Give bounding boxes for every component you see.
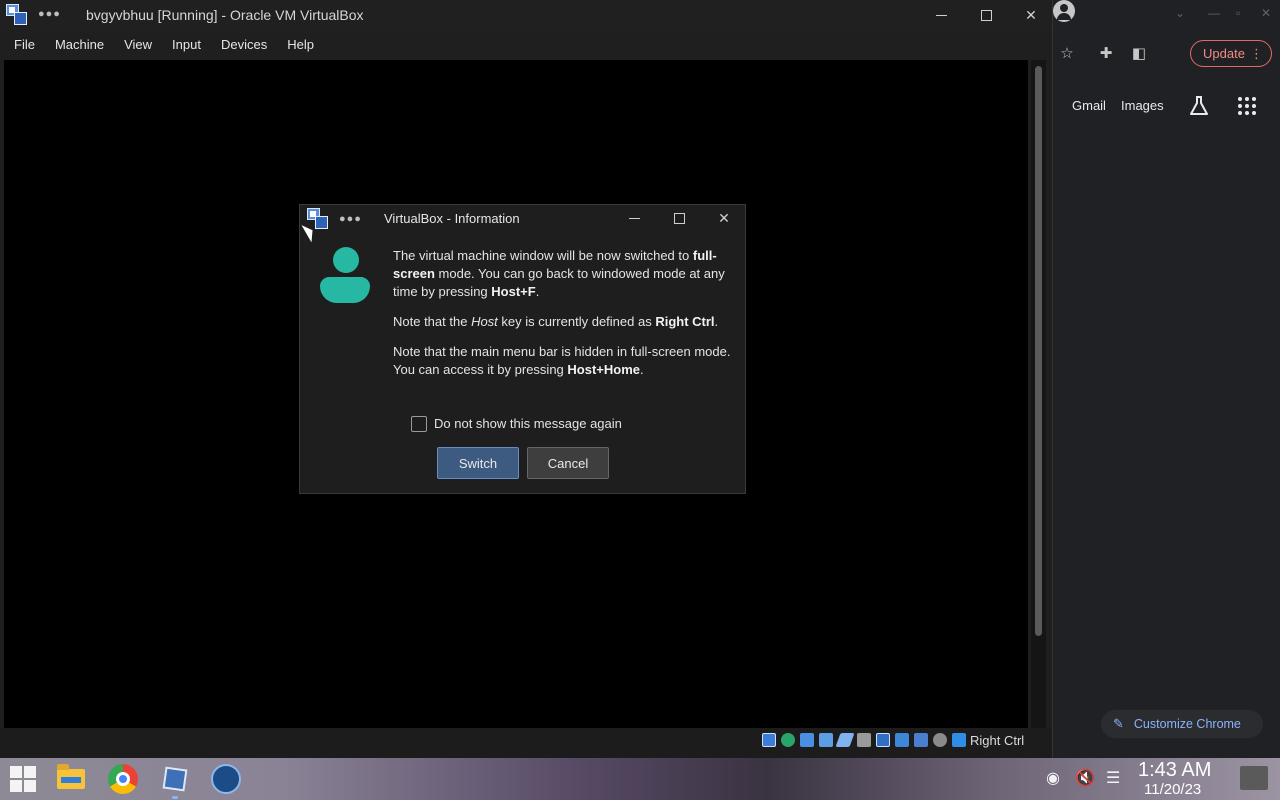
pencil-icon: ✎: [1113, 716, 1124, 731]
audio-icon[interactable]: [800, 733, 814, 747]
title-dots: ●●●: [38, 8, 61, 20]
clock-date[interactable]: 11/20/23: [1144, 781, 1201, 798]
information-dialog: ●●● VirtualBox - Information ✕ The virtu…: [299, 204, 746, 494]
menu-input[interactable]: Input: [164, 37, 209, 52]
sound-muted-icon[interactable]: 🔇: [1075, 768, 1095, 788]
optical-drive-icon[interactable]: [781, 733, 795, 747]
message-paragraph-1: The virtual machine window will be now s…: [393, 248, 725, 299]
cancel-button[interactable]: Cancel: [527, 447, 609, 479]
images-link[interactable]: Images: [1121, 98, 1164, 113]
close-button[interactable]: ✕: [1008, 0, 1054, 30]
start-icon[interactable]: [6, 762, 40, 796]
message-paragraph-3: Note that the main menu bar is hidden in…: [393, 344, 731, 377]
notifications-icon[interactable]: ☰: [1106, 768, 1120, 788]
menu-help[interactable]: Help: [279, 37, 322, 52]
minimize-icon: [935, 14, 947, 16]
do-not-show-label[interactable]: Do not show this message again: [434, 416, 622, 431]
chrome-icon[interactable]: [106, 762, 140, 796]
do-not-show-checkbox[interactable]: [411, 416, 427, 432]
display-icon[interactable]: [876, 733, 890, 747]
maximize-icon: [980, 9, 992, 21]
update-button[interactable]: Update ⋮: [1190, 40, 1272, 67]
close-icon: ✕: [718, 209, 730, 226]
active-app-indicator: [172, 796, 178, 799]
tab-search-icon[interactable]: ⌄: [1175, 6, 1185, 20]
shared-folders-icon[interactable]: [857, 733, 871, 747]
side-panel-icon[interactable]: ◧: [1130, 44, 1148, 62]
google-apps-icon[interactable]: [1238, 97, 1256, 115]
chrome-maximize-icon[interactable]: ▫: [1236, 6, 1240, 20]
virtualbox-icon[interactable]: [158, 762, 192, 796]
menu-machine[interactable]: Machine: [47, 37, 112, 52]
steam-tray-icon[interactable]: ◉: [1046, 768, 1060, 788]
chrome-window: ⌄ — ▫ ✕ ☆ ✚ ◧ Update ⋮ Gmail Images ✎ Cu…: [1052, 0, 1280, 758]
profile-avatar-icon[interactable]: [1053, 0, 1075, 22]
host-key-label: Right Ctrl: [970, 733, 1025, 748]
keyboard-capture-icon[interactable]: [952, 733, 966, 747]
bookmark-star-icon[interactable]: ☆: [1058, 44, 1076, 62]
chrome-close-icon[interactable]: ✕: [1261, 6, 1271, 20]
customize-chrome-button[interactable]: ✎ Customize Chrome: [1101, 710, 1263, 738]
customize-label: Customize Chrome: [1133, 717, 1241, 731]
hard-disk-icon[interactable]: [762, 733, 776, 747]
virtualbox-app-icon: [6, 4, 28, 26]
recording-icon[interactable]: [895, 733, 909, 747]
scrollbar-thumb[interactable]: [1035, 66, 1042, 636]
minimize-button[interactable]: [918, 0, 964, 30]
maximize-button[interactable]: [963, 0, 1009, 30]
dialog-close-button[interactable]: ✕: [702, 205, 746, 231]
message-paragraph-2: Note that the Host key is currently defi…: [393, 314, 719, 329]
dialog-maximize-button[interactable]: [657, 205, 701, 231]
clock-time[interactable]: 1:43 AM: [1138, 759, 1211, 782]
dialog-message: The virtual machine window will be now s…: [393, 247, 733, 391]
network-icon[interactable]: [819, 733, 833, 747]
file-explorer-icon[interactable]: [54, 762, 88, 796]
dialog-minimize-button[interactable]: [612, 205, 656, 231]
maximize-icon: [673, 212, 685, 224]
menu-devices[interactable]: Devices: [213, 37, 275, 52]
mouse-integration-icon[interactable]: [933, 733, 947, 747]
dialog-title: VirtualBox - Information: [384, 211, 520, 226]
vt-x-icon[interactable]: [914, 733, 928, 747]
vbox-titlebar[interactable]: ●●● bvgyvbhuu [Running] - Oracle VM Virt…: [0, 0, 1052, 30]
user-info-icon: [320, 247, 372, 303]
extensions-icon[interactable]: ✚: [1097, 44, 1115, 62]
update-label: Update: [1203, 46, 1245, 61]
menu-view[interactable]: View: [116, 37, 160, 52]
switch-button[interactable]: Switch: [437, 447, 519, 479]
title-dots: ●●●: [339, 213, 362, 225]
gmail-link[interactable]: Gmail: [1072, 98, 1106, 113]
show-desktop-icon[interactable]: [1240, 766, 1268, 790]
menu-file[interactable]: File: [6, 37, 43, 52]
minimize-icon: [628, 217, 640, 219]
labs-flask-icon[interactable]: [1188, 95, 1210, 117]
kebab-menu-icon: ⋮: [1250, 46, 1263, 61]
steam-icon[interactable]: [209, 762, 243, 796]
chrome-minimize-icon[interactable]: —: [1208, 6, 1220, 20]
window-title: bvgyvbhuu [Running] - Oracle VM VirtualB…: [86, 7, 364, 23]
menu-bar: File Machine View Input Devices Help: [0, 30, 1052, 58]
close-icon: ✕: [1025, 6, 1037, 23]
